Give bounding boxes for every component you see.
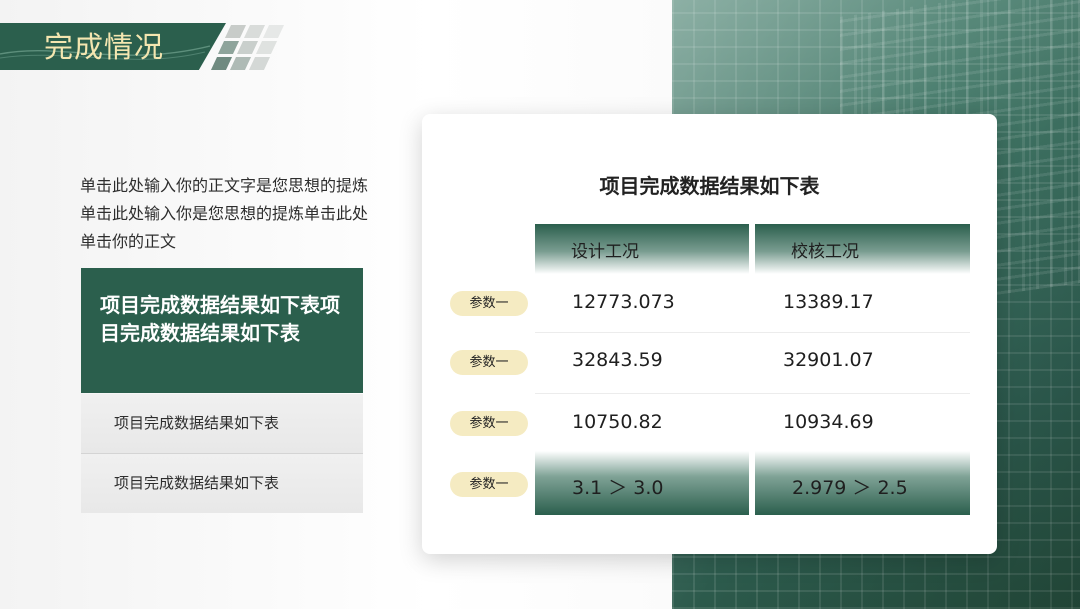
table-total-design: 3.1 ＞ 3.0 bbox=[535, 451, 749, 515]
page-title: 完成情况 bbox=[44, 30, 165, 64]
intro-text: 单击此处输入你的正文字是您思想的提炼单击此处输入你是您思想的提炼单击此处单击你的… bbox=[80, 176, 369, 251]
table-cell-design: 32843.59 bbox=[572, 349, 663, 371]
param-badge: 参数一 bbox=[450, 291, 528, 316]
table-header-label: 设计工况 bbox=[571, 242, 639, 262]
table-total-check: 2.979 ＞ 2.5 bbox=[755, 451, 970, 515]
table-cell-check: 10934.69 bbox=[783, 411, 874, 433]
summary-text: 项目完成数据结果如下表项目完成数据结果如下表 bbox=[100, 293, 340, 345]
list-item: 项目完成数据结果如下表 bbox=[81, 394, 363, 455]
slide: 完成情况 单击此处输入你的正文字是您思想的提炼单击此处输入你是您思想的提炼单击此… bbox=[0, 0, 1080, 609]
table-cell-check: 13389.17 bbox=[783, 291, 874, 313]
row-divider bbox=[535, 332, 970, 333]
list-item-label: 项目完成数据结果如下表 bbox=[114, 474, 280, 492]
table-cell-check: 2.979 ＞ 2.5 bbox=[792, 477, 908, 499]
table-cell-design: 3.1 ＞ 3.0 bbox=[572, 477, 664, 499]
table-header-label: 校核工况 bbox=[791, 242, 859, 262]
table-header-design: 设计工况 bbox=[535, 224, 749, 274]
list-item: 项目完成数据结果如下表 bbox=[81, 454, 363, 513]
table-cell-check: 32901.07 bbox=[783, 349, 874, 371]
results-card: 项目完成数据结果如下表 设计工况 校核工况 参数一 12773.073 1338… bbox=[422, 114, 997, 554]
param-badge: 参数一 bbox=[450, 411, 528, 436]
param-badge: 参数一 bbox=[450, 472, 528, 497]
row-divider bbox=[535, 393, 970, 394]
table-cell-design: 12773.073 bbox=[572, 291, 675, 313]
param-badge: 参数一 bbox=[450, 350, 528, 375]
table-cell-design: 10750.82 bbox=[572, 411, 663, 433]
table-title: 项目完成数据结果如下表 bbox=[599, 174, 820, 198]
list-item-label: 项目完成数据结果如下表 bbox=[114, 414, 280, 432]
table-header-check: 校核工况 bbox=[755, 224, 970, 274]
